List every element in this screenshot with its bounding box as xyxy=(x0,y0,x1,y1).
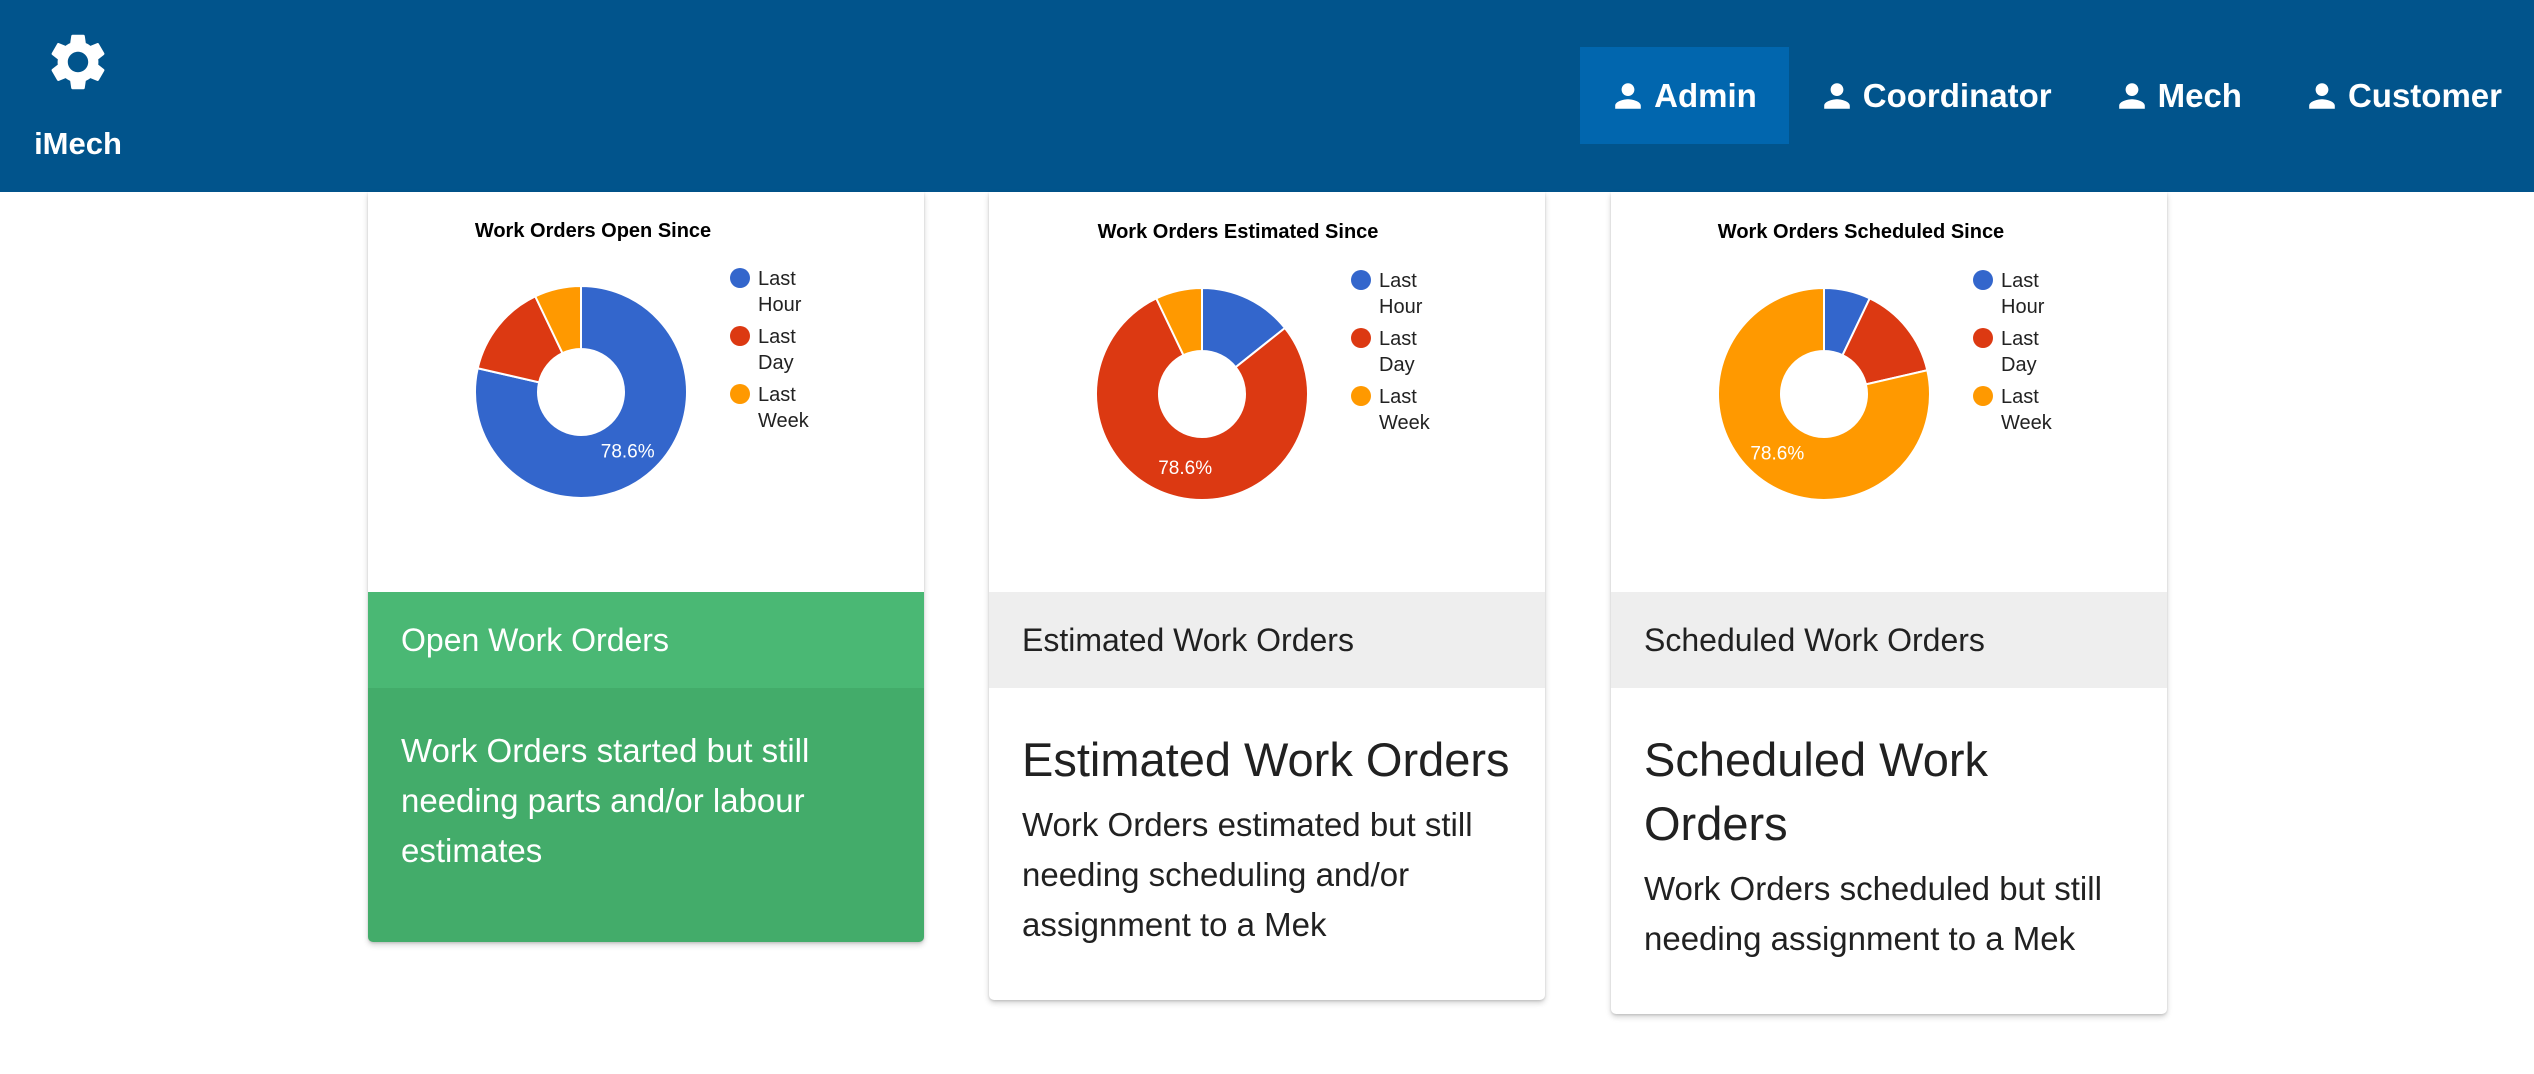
card-description: Work Orders estimated but still needing … xyxy=(1022,806,1473,943)
nav-item-label: Admin xyxy=(1654,76,1757,114)
donut-chart-estimated: Work Orders Estimated Since 78.6% Last Hou… xyxy=(1095,221,1431,501)
chart-container: Work Orders Estimated Since 78.6% Last Hou… xyxy=(989,192,1545,592)
legend-swatch xyxy=(1973,270,1993,290)
legend-swatch xyxy=(730,326,750,346)
gear-icon xyxy=(51,34,105,90)
legend-item-last-week[interactable]: Last Week xyxy=(758,384,810,432)
brand[interactable]: iMech xyxy=(0,0,156,192)
donut-chart-scheduled: Work Orders Scheduled Since 78.6% Last Hou… xyxy=(1717,221,2053,501)
legend-item-last-hour[interactable]: Last Hour xyxy=(1379,270,1423,318)
nav-item-mech[interactable]: Mech xyxy=(2084,47,2274,144)
legend-swatch xyxy=(1351,328,1371,348)
nav-item-label: Mech xyxy=(2157,76,2242,114)
chart-container: Work Orders Scheduled Since 78.6% Last Hou… xyxy=(1611,192,2167,592)
chart-title: Work Orders Estimated Since xyxy=(1098,221,1379,243)
user-icon xyxy=(1823,82,1850,109)
legend-item-last-day[interactable]: Last Day xyxy=(2001,328,2039,376)
nav-item-coordinator[interactable]: Coordinator xyxy=(1789,47,2084,144)
legend-swatch xyxy=(1973,386,1993,406)
card-body: Estimated Work Orders Work Orders estima… xyxy=(989,688,1545,1000)
card-title: Scheduled Work Orders xyxy=(1644,733,1988,850)
card-description: Work Orders started but still needing pa… xyxy=(401,732,810,869)
chart-title: Work Orders Open Since xyxy=(475,220,711,242)
card-header: Open Work Orders xyxy=(368,592,924,688)
chart-title: Work Orders Scheduled Since xyxy=(1718,221,2004,243)
user-icon xyxy=(1615,82,1641,109)
top-navbar: iMech Admin Coordinator Mech Customer xyxy=(0,0,2534,192)
slice-label: 78.6% xyxy=(1750,444,1804,465)
legend-swatch xyxy=(1973,328,1993,348)
card-body: Scheduled Work Orders Work Orders schedu… xyxy=(1611,688,2167,1014)
card-title: Estimated Work Orders xyxy=(1022,733,1510,786)
chart-container: Work Orders Open Since 78.6% Last Hour Last… xyxy=(368,192,924,592)
user-icon xyxy=(2118,82,2145,109)
legend-item-last-day[interactable]: Last Day xyxy=(1379,328,1417,376)
slice-label: 78.6% xyxy=(1158,458,1212,479)
legend-swatch xyxy=(1351,270,1371,290)
open-work-orders-card[interactable]: Work Orders Open Since 78.6% Last Hour Last… xyxy=(368,192,924,942)
legend-item-last-day[interactable]: Last Day xyxy=(758,326,796,374)
brand-name: iMech xyxy=(34,126,122,161)
estimated-work-orders-card[interactable]: Work Orders Estimated Since 78.6% Last Hou… xyxy=(989,192,1545,1000)
card-description: Work Orders scheduled but still needing … xyxy=(1644,870,2102,957)
user-icon xyxy=(2309,82,2335,109)
legend-swatch xyxy=(730,384,750,404)
legend-swatch xyxy=(730,268,750,288)
nav-item-customer[interactable]: Customer xyxy=(2274,47,2534,144)
legend-item-last-hour[interactable]: Last Hour xyxy=(2001,270,2045,318)
card-body: Work Orders started but still needing pa… xyxy=(368,688,924,942)
slice-label: 78.6% xyxy=(601,442,655,463)
nav-item-label: Coordinator xyxy=(1862,76,2052,114)
legend-item-last-hour[interactable]: Last Hour xyxy=(758,268,802,316)
card-header: Estimated Work Orders xyxy=(989,592,1545,688)
main-nav: Admin Coordinator Mech Customer xyxy=(1580,47,2534,144)
legend-item-last-week[interactable]: Last Week xyxy=(1379,386,1431,434)
legend-swatch xyxy=(1351,386,1371,406)
scheduled-work-orders-card[interactable]: Work Orders Scheduled Since 78.6% Last Hou… xyxy=(1611,192,2167,1014)
nav-item-label: Customer xyxy=(2347,76,2502,114)
legend-item-last-week[interactable]: Last Week xyxy=(2001,386,2053,434)
nav-item-admin[interactable]: Admin xyxy=(1580,47,1789,144)
card-header: Scheduled Work Orders xyxy=(1611,592,2167,688)
donut-chart-open: Work Orders Open Since 78.6% Last Hour Last… xyxy=(474,220,810,499)
